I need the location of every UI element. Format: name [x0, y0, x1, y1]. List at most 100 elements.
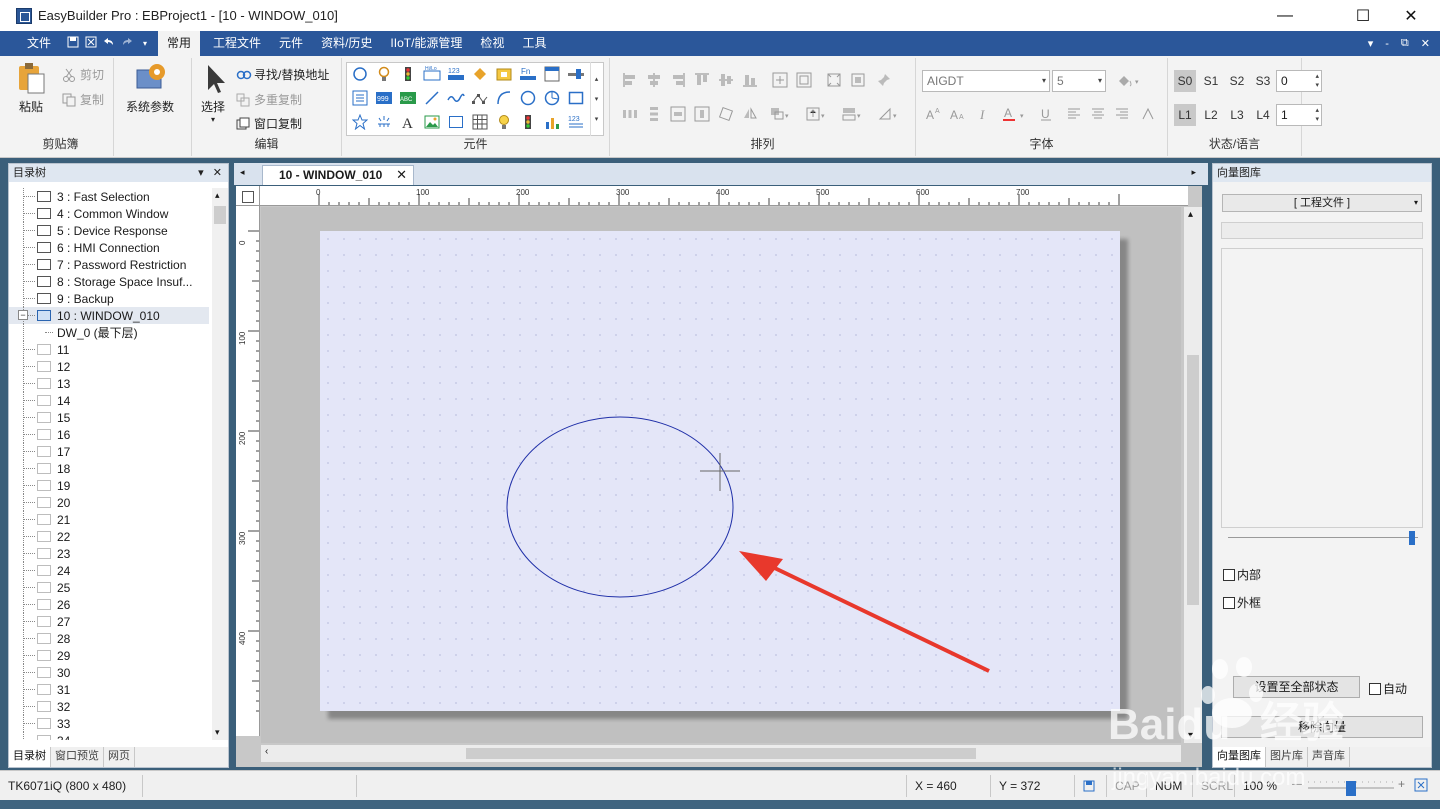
language-l4-button[interactable]: L4: [1252, 104, 1274, 126]
select-button[interactable]: 选择 ▾: [198, 62, 228, 124]
rotate-icon[interactable]: [716, 104, 736, 124]
bring-forward-icon[interactable]: ▾: [806, 104, 826, 124]
tab-scroll-right-icon[interactable]: ▸: [1191, 167, 1196, 178]
data-transfer-icon[interactable]: 123: [566, 112, 586, 132]
align-top-icon[interactable]: [692, 70, 712, 90]
language-l3-button[interactable]: L3: [1226, 104, 1248, 126]
bulb-icon[interactable]: [494, 112, 514, 132]
paste-button[interactable]: 粘贴: [16, 62, 46, 115]
text-align-center-icon[interactable]: [1088, 104, 1108, 124]
window-button-icon[interactable]: [542, 64, 562, 84]
pin-icon[interactable]: [874, 70, 894, 90]
undo-icon[interactable]: [100, 36, 118, 51]
tree-item[interactable]: 16: [9, 426, 209, 443]
save-icon[interactable]: [64, 36, 82, 51]
tab-picture-library[interactable]: 图片库: [1266, 747, 1308, 767]
canvas-hscroll-thumb[interactable]: [466, 748, 976, 759]
multi-state-lamp-icon[interactable]: [518, 112, 538, 132]
tree-item[interactable]: 5 : Device Response: [9, 222, 209, 239]
tree-item[interactable]: 32: [9, 698, 209, 715]
menu-objects[interactable]: 元件: [270, 31, 312, 56]
line-icon[interactable]: [422, 88, 442, 108]
tree-item[interactable]: 12: [9, 358, 209, 375]
window-copy-button[interactable]: 窗口复制: [236, 115, 302, 132]
flip-icon[interactable]: [740, 104, 760, 124]
tab-scroll-left-icon[interactable]: ◂: [240, 167, 245, 178]
tree-item[interactable]: 7 : Password Restriction: [9, 256, 209, 273]
state-number-input[interactable]: 0 ▴ ▾: [1276, 70, 1322, 92]
zoom-slider[interactable]: [1306, 776, 1396, 796]
remove-vector-button[interactable]: 移除向量: [1221, 716, 1423, 738]
inner-checkbox[interactable]: 内部: [1223, 566, 1261, 583]
mdi-close-icon[interactable]: ✕: [1421, 37, 1430, 50]
menu-iiot-energy[interactable]: IIoT/能源管理: [381, 31, 471, 56]
tree-item[interactable]: DW_0 (最下层): [9, 324, 209, 341]
center-horizontal-icon[interactable]: [668, 104, 688, 124]
align-right-icon[interactable]: [668, 70, 688, 90]
zoom-out-icon[interactable]: —: [1292, 779, 1302, 790]
redo-icon[interactable]: [118, 36, 136, 51]
font-color-icon[interactable]: A ▾: [1000, 104, 1030, 124]
font-shrink-icon[interactable]: AA: [948, 104, 968, 124]
design-canvas[interactable]: [261, 207, 1181, 743]
state-s3-button[interactable]: S3: [1252, 70, 1274, 92]
bit-lamp-icon[interactable]: [350, 64, 370, 84]
preview-slider-thumb[interactable]: [1409, 531, 1415, 545]
align-left-icon[interactable]: [620, 70, 640, 90]
save-all-icon[interactable]: [82, 36, 100, 51]
font-grow-icon[interactable]: AA: [924, 104, 944, 124]
tree-item[interactable]: 31: [9, 681, 209, 698]
tab-vector-library[interactable]: 向量图库: [1213, 747, 1266, 767]
frame-icon[interactable]: [446, 112, 466, 132]
tree-scrollbar[interactable]: ▴ ▾: [212, 188, 228, 740]
mdi-restore-icon[interactable]: ⧉: [1401, 37, 1409, 50]
tab-project-tree[interactable]: 目录树: [9, 747, 51, 767]
language-spinner-icon[interactable]: ▴ ▾: [1315, 106, 1319, 124]
scroll-down-icon[interactable]: ▾: [215, 727, 220, 738]
ribbon-options-icon[interactable]: ▾: [1368, 37, 1374, 50]
font-family-select[interactable]: AIGDT ▾: [922, 70, 1050, 92]
tree-item[interactable]: 22: [9, 528, 209, 545]
state-spinner-icon[interactable]: ▴ ▾: [1315, 72, 1319, 90]
gallery-scroll-icon[interactable]: ▴ ▾ ▾: [590, 62, 602, 136]
tree-item[interactable]: 25: [9, 579, 209, 596]
text-align-left-icon[interactable]: [1064, 104, 1084, 124]
same-size-icon[interactable]: [824, 70, 844, 90]
panel-close-icon[interactable]: ✕: [213, 167, 222, 179]
distribute-horizontal-icon[interactable]: [620, 104, 640, 124]
state-s1-button[interactable]: S1: [1200, 70, 1222, 92]
state-s2-button[interactable]: S2: [1226, 70, 1248, 92]
canvas-vertical-scrollbar[interactable]: ▴ ▾: [1184, 207, 1202, 743]
picture-icon[interactable]: [422, 112, 442, 132]
arc-icon[interactable]: [494, 88, 514, 108]
collapse-icon[interactable]: −: [18, 310, 28, 320]
numeric-input-icon[interactable]: 123: [446, 64, 466, 84]
tree-item[interactable]: 23: [9, 545, 209, 562]
tree-item[interactable]: 3 : Fast Selection: [9, 188, 209, 205]
rectangle-icon[interactable]: [566, 88, 586, 108]
tree-item[interactable]: 15: [9, 409, 209, 426]
italic-icon[interactable]: I: [974, 104, 994, 124]
tree-item[interactable]: 28: [9, 630, 209, 647]
font-size-select[interactable]: 5 ▾: [1052, 70, 1106, 92]
distribute-vertical-icon[interactable]: [644, 104, 664, 124]
table-icon[interactable]: [470, 112, 490, 132]
menu-common[interactable]: 常用: [158, 31, 201, 56]
zoom-in-icon[interactable]: +: [1398, 777, 1405, 791]
group-icon[interactable]: ▾: [770, 104, 790, 124]
tag-icon[interactable]: [470, 64, 490, 84]
fn-button-icon[interactable]: Fn: [518, 64, 538, 84]
menu-view[interactable]: 检视: [471, 31, 513, 56]
traffic-light-icon[interactable]: [398, 64, 418, 84]
apply-all-states-button[interactable]: 设置至全部状态: [1233, 676, 1360, 698]
center-vertical-icon[interactable]: [692, 104, 712, 124]
tree-item[interactable]: 29: [9, 647, 209, 664]
tree-item[interactable]: 17: [9, 443, 209, 460]
canvas-scroll-left-icon[interactable]: ‹: [265, 746, 268, 757]
canvas-scroll-up-icon[interactable]: ▴: [1188, 209, 1193, 220]
tab-close-icon[interactable]: ✕: [396, 166, 407, 184]
word-lamp-icon[interactable]: [374, 64, 394, 84]
tree-item[interactable]: 24: [9, 562, 209, 579]
tree-item[interactable]: − 10 : WINDOW_010: [9, 307, 209, 324]
outer-frame-checkbox[interactable]: 外框: [1223, 594, 1261, 611]
